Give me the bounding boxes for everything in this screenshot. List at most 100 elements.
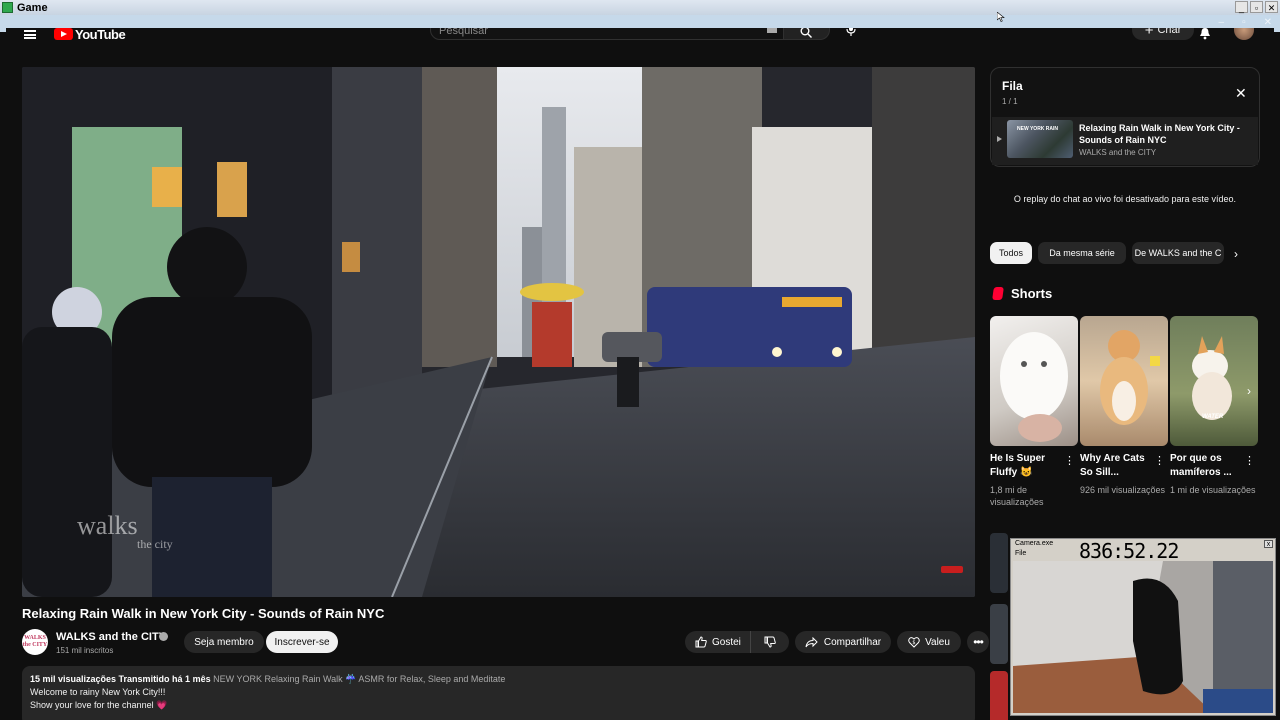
short-views: 1 mi de visualizações [1170, 485, 1256, 495]
inner-close-button[interactable]: ✕ [1264, 17, 1272, 28]
camera-file-menu[interactable]: File [1015, 550, 1026, 557]
chevron-right-icon[interactable]: › [1234, 247, 1238, 261]
inner-minimize-button[interactable]: – [1219, 17, 1225, 28]
queue-item-title[interactable]: Relaxing Rain Walk in New York City - So… [1079, 122, 1249, 146]
create-label: Criar [1157, 28, 1182, 36]
live-badge [941, 566, 963, 573]
description-line-2-row: Show your love for the channel 💗 [30, 699, 967, 712]
more-actions-button[interactable]: ••• [967, 631, 989, 653]
shorts-header: Shorts [992, 286, 1053, 301]
window-title: Game [17, 1, 48, 14]
short-thumbnail[interactable] [1080, 316, 1168, 446]
now-playing-icon [997, 136, 1002, 142]
watermark-sub: the city [137, 537, 173, 551]
corgi-image [1192, 336, 1232, 420]
shorts-label: Shorts [1011, 286, 1053, 301]
view-count: 15 mil visualizações Transmitido há 1 mê… [30, 674, 211, 684]
search-button[interactable] [784, 28, 830, 40]
more-vert-icon[interactable]: ⋮ [1154, 454, 1165, 467]
thanks-label: Valeu [925, 636, 950, 648]
like-dislike-group: Gostei [685, 631, 789, 653]
description-line-1: Welcome to rainy New York City!!! [30, 687, 166, 697]
youtube-logo-text[interactable]: YouTube [75, 28, 126, 42]
queue-thumb-text: NEW YORK RAIN [1017, 126, 1059, 132]
close-button[interactable]: ✕ [1265, 1, 1278, 13]
keyboard-icon[interactable] [767, 28, 777, 33]
short-title[interactable]: He Is Super Fluffy 😺 [990, 452, 1060, 480]
queue-item[interactable]: NEW YORK RAIN Relaxing Rain Walk in New … [992, 117, 1258, 165]
window-controls: _ ▫ ✕ [1235, 1, 1278, 13]
join-button[interactable]: Seja membro [184, 631, 264, 653]
camera-window[interactable]: Camera.exe File 836:52.22 x [1010, 538, 1276, 716]
video-title: Relaxing Rain Walk in New York City - So… [22, 606, 385, 621]
microphone-icon [846, 28, 856, 36]
camera-feed-image [1013, 561, 1273, 713]
masthead: YouTube + Criar [6, 28, 1274, 46]
related-video-thumbnail[interactable] [990, 671, 1008, 720]
short-item[interactable]: WATER Por que os mamíferos ... ⋮ 1 mi de… [1170, 316, 1258, 495]
queue-item-thumbnail[interactable]: NEW YORK RAIN [1007, 120, 1073, 158]
minimize-button[interactable]: _ [1235, 1, 1248, 13]
thanks-button[interactable]: $ Valeu [897, 631, 961, 653]
youtube-logo-icon[interactable] [54, 28, 73, 40]
voice-search-button[interactable] [840, 28, 864, 40]
short-views: 926 mil visualizações [1080, 485, 1166, 495]
camera-close-button[interactable]: x [1264, 540, 1273, 548]
camera-feed [1013, 561, 1273, 713]
channel-watermark: walks the city [77, 513, 173, 555]
search-box[interactable] [430, 28, 784, 40]
white-cat-image [1000, 332, 1068, 442]
create-button[interactable]: + Criar [1132, 28, 1194, 40]
account-avatar[interactable] [1234, 28, 1254, 40]
short-title[interactable]: Por que os mamíferos ... [1170, 452, 1240, 480]
orange-kitten-image [1100, 330, 1160, 425]
short-item[interactable]: Why Are Cats So Sill... ⋮ 926 mil visual… [1080, 316, 1168, 495]
dislike-button[interactable] [751, 631, 789, 653]
plus-icon: + [1144, 28, 1154, 39]
queue-title: Fila [1002, 79, 1023, 93]
channel-name[interactable]: WALKS and the CITY [56, 631, 166, 643]
queue-item-channel[interactable]: WALKS and the CITY [1079, 148, 1156, 157]
more-vert-icon[interactable]: ⋮ [1064, 454, 1075, 467]
search-icon [800, 28, 812, 38]
chip-same-series[interactable]: Da mesma série [1038, 242, 1126, 264]
close-icon[interactable]: ✕ [1235, 85, 1247, 102]
maximize-button[interactable]: ▫ [1250, 1, 1263, 13]
queue-panel: Fila 1 / 1 ✕ NEW YORK RAIN Relaxing Rain… [990, 67, 1260, 167]
video-player[interactable]: walks the city [22, 67, 975, 597]
owner-row: WALKS the CITY WALKS and the CITY 151 mi… [22, 629, 989, 659]
subscribe-button[interactable]: Inscrever-se [266, 631, 338, 653]
share-button[interactable]: Compartilhar [795, 631, 891, 653]
thumbs-down-icon [764, 636, 776, 648]
share-icon [805, 636, 818, 647]
related-video-thumbnail[interactable] [990, 604, 1008, 664]
super-thanks-icon: $ [908, 637, 920, 648]
short-item[interactable]: He Is Super Fluffy 😺 ⋮ 1,8 mi de visuali… [990, 316, 1078, 507]
inner-window-controls: – ▫ ✕ [1219, 17, 1273, 28]
channel-avatar[interactable]: WALKS the CITY [22, 629, 48, 655]
short-title[interactable]: Why Are Cats So Sill... [1080, 452, 1150, 480]
more-vert-icon[interactable]: ⋮ [1244, 454, 1255, 467]
chip-all[interactable]: Todos [990, 242, 1032, 264]
short-thumbnail[interactable]: WATER [1170, 316, 1258, 446]
camera-window-title: Camera.exe [1015, 540, 1054, 547]
window-titlebar: Game _ ▫ ✕ [0, 0, 1280, 15]
inner-maximize-button[interactable]: ▫ [1242, 17, 1246, 28]
short-thumbnail[interactable] [990, 316, 1078, 446]
description-box[interactable]: 15 mil visualizações Transmitido há 1 mê… [22, 666, 975, 720]
like-button[interactable]: Gostei [685, 631, 751, 653]
subscriber-count: 151 mil inscritos [56, 646, 114, 655]
chevron-right-icon[interactable]: › [1247, 384, 1251, 398]
short-thumb-text: WATER [1202, 414, 1224, 420]
search-input[interactable] [439, 28, 759, 39]
related-filter-chips: Todos De WALKS and the C Da mesma série … [990, 242, 1260, 264]
like-label: Gostei [712, 636, 741, 648]
chat-disabled-message: O replay do chat ao vivo foi desativado … [1013, 194, 1237, 204]
notifications-bell-icon[interactable] [1199, 28, 1211, 40]
related-video-thumbnail[interactable] [990, 533, 1008, 593]
camera-timer: 836:52.22 [1079, 539, 1179, 563]
chip-from-channel[interactable]: De WALKS and the C [1132, 242, 1224, 264]
menu-icon[interactable] [24, 30, 36, 39]
mouse-cursor-icon [997, 12, 1005, 22]
queue-count: 1 / 1 [1002, 97, 1018, 106]
